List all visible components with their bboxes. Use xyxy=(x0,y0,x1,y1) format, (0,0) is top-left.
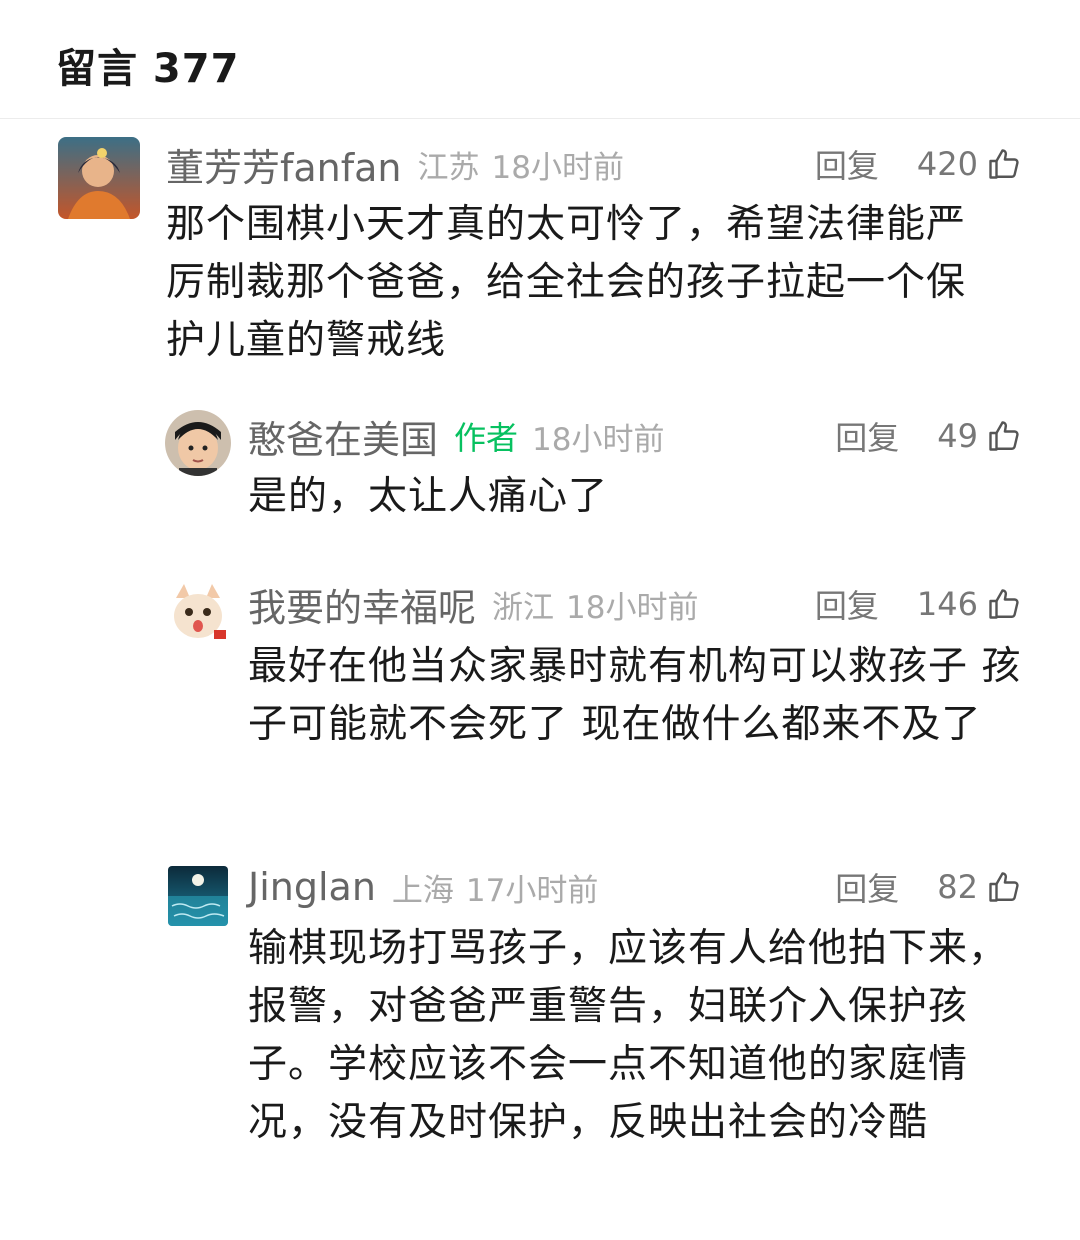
comment-author-name[interactable]: Jinglan xyxy=(248,865,376,909)
thumbs-up-icon[interactable] xyxy=(986,586,1022,622)
comment-location: 江苏 xyxy=(417,149,480,186)
comment-author-name[interactable]: 我要的幸福呢 xyxy=(248,577,476,632)
comment-meta: 我要的幸福呢 浙江 18小时前 xyxy=(248,578,698,630)
like-count: 146 xyxy=(916,585,978,623)
avatar[interactable] xyxy=(168,866,228,926)
comment-actions: 回复 82 xyxy=(835,861,1022,913)
comments-title: 留言 377 xyxy=(56,46,240,92)
avatar[interactable] xyxy=(165,410,231,476)
thumbs-up-icon[interactable] xyxy=(986,146,1022,182)
reply-button[interactable]: 回复 xyxy=(815,141,879,187)
like-count: 82 xyxy=(937,868,978,906)
thumbs-up-icon[interactable] xyxy=(986,869,1022,905)
comment-author-name[interactable]: 憨爸在美国 xyxy=(248,409,438,464)
comment-text: 输棋现场打骂孩子，应该有人给他拍下来，报警，对爸爸严重警告，妇联介入保护孩子。学… xyxy=(248,926,1009,1145)
comment-time: 18小时前 xyxy=(566,589,699,626)
reply-button[interactable]: 回复 xyxy=(815,581,879,627)
comment-meta: 憨爸在美国 作者 18小时前 xyxy=(248,410,664,462)
comment-location: 上海 xyxy=(391,872,454,909)
comment-actions: 回复 420 xyxy=(815,138,1022,190)
comment-time: 18小时前 xyxy=(532,421,665,458)
comment-text: 最好在他当众家暴时就有机构可以救孩子 孩子可能就不会死了 现在做什么都来不及了 xyxy=(248,644,1022,747)
comment-actions: 回复 146 xyxy=(815,578,1022,630)
like-count: 49 xyxy=(937,417,978,455)
comment-author-name[interactable]: 董芳芳fanfan xyxy=(166,137,402,192)
thumbs-up-icon[interactable] xyxy=(986,418,1022,454)
reply-button[interactable]: 回复 xyxy=(835,413,899,459)
comment-meta: Jinglan 上海 17小时前 xyxy=(248,861,598,913)
reply-button[interactable]: 回复 xyxy=(835,864,899,910)
comment-text: 那个围棋小天才真的太可怜了，希望法律能严厉制裁那个爸爸，给全社会的孩子拉起一个保… xyxy=(166,202,967,363)
comment-actions: 回复 49 xyxy=(835,410,1022,462)
avatar[interactable] xyxy=(168,582,228,642)
comment-meta: 董芳芳fanfan 江苏 18小时前 xyxy=(166,138,624,190)
comment-time: 18小时前 xyxy=(491,149,624,186)
comments-header: 留言 377 xyxy=(0,0,1080,119)
avatar[interactable] xyxy=(58,137,140,219)
comment-text: 是的，太让人痛心了 xyxy=(248,474,609,519)
like-count: 420 xyxy=(916,145,978,183)
comment-time: 17小时前 xyxy=(465,872,599,909)
comment-location: 浙江 xyxy=(492,589,555,626)
author-badge: 作者 xyxy=(454,419,519,457)
